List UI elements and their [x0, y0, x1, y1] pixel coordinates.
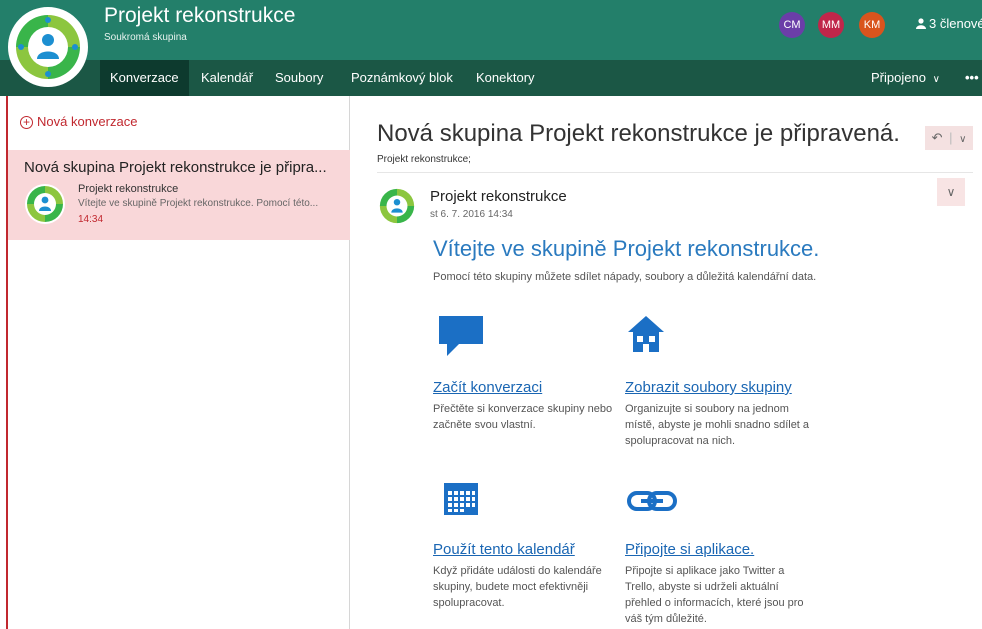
start-conversation-desc: Přečtěte si konverzace skupiny nebo začn… — [433, 403, 613, 431]
message-subject: Nová skupina Projekt rekonstrukce je při… — [377, 120, 900, 147]
conversation-preview: Vítejte ve skupině Projekt rekonstrukce.… — [78, 198, 319, 209]
expand-message-button[interactable]: ∨ — [937, 178, 965, 206]
connected-label: Připojeno — [871, 70, 926, 85]
chevron-down-icon: ∨ — [946, 185, 956, 199]
divider — [377, 172, 973, 173]
chevron-down-icon[interactable]: ∨ — [959, 134, 966, 145]
member-avatar-mm[interactable]: MM — [818, 12, 844, 38]
new-conversation-button[interactable]: + Nová konverzace — [20, 114, 137, 129]
reading-pane: Nová skupina Projekt rekonstrukce je při… — [351, 96, 982, 629]
left-edge-accent — [6, 96, 8, 629]
link-icon — [627, 491, 677, 511]
more-options-button[interactable]: ••• — [965, 60, 979, 96]
view-group-files-desc: Organizujte si soubory na jednom místě, … — [625, 403, 810, 447]
connected-dropdown[interactable]: Připojeno ∨ — [871, 60, 940, 96]
use-calendar-link[interactable]: Použít tento kalendář — [433, 541, 575, 558]
chat-bubble-icon — [439, 316, 483, 356]
group-nav: Konverzace Kalendář Soubory Poznámkový b… — [0, 60, 982, 96]
group-title[interactable]: Projekt rekonstrukce — [104, 4, 295, 28]
welcome-subtext: Pomocí této skupiny můžete sdílet nápady… — [433, 271, 817, 283]
group-privacy-label: Soukromá skupina — [104, 32, 187, 43]
person-icon — [916, 18, 926, 29]
member-avatar-km[interactable]: KM — [859, 12, 885, 38]
message-sender-avatar-icon — [377, 186, 417, 226]
home-icon — [628, 316, 664, 352]
new-conversation-label: Nová konverzace — [37, 114, 138, 129]
message-recipients: Projekt rekonstrukce; — [377, 154, 471, 165]
view-group-files-link[interactable]: Zobrazit soubory skupiny — [625, 379, 792, 396]
group-logo[interactable] — [8, 7, 88, 87]
tab-notebook[interactable]: Poznámkový blok — [351, 60, 453, 96]
message-sender[interactable]: Projekt rekonstrukce — [430, 188, 567, 205]
sender-avatar-icon — [25, 184, 65, 224]
welcome-heading: Vítejte ve skupině Projekt rekonstrukce. — [433, 236, 820, 261]
conversation-list-item[interactable]: Nová skupina Projekt rekonstrukce je při… — [8, 150, 350, 240]
group-logo-icon — [12, 11, 84, 83]
start-conversation-link[interactable]: Začít konverzaci — [433, 379, 542, 396]
members-count: 3 členové — [929, 16, 982, 31]
members-button[interactable]: 3 členové — [916, 16, 982, 31]
tab-connectors[interactable]: Konektory — [476, 60, 535, 96]
conversation-title: Nová skupina Projekt rekonstrukce je při… — [24, 159, 327, 176]
chevron-down-icon: ∨ — [932, 74, 940, 85]
reply-all-icon: ↶ — [931, 130, 943, 145]
conversation-list-pane: + Nová konverzace Nová skupina Projekt re… — [0, 96, 350, 629]
conversation-sender: Projekt rekonstrukce — [78, 183, 179, 195]
message-date: st 6. 7. 2016 14:34 — [430, 209, 513, 220]
member-avatar-cm[interactable]: CM — [779, 12, 805, 38]
group-header: Projekt rekonstrukce Soukromá skupina CM… — [0, 0, 982, 60]
connect-apps-desc: Připojte si aplikace jako Twitter a Trel… — [625, 565, 804, 625]
connect-apps-link[interactable]: Připojte si aplikace. — [625, 541, 754, 558]
calendar-icon — [444, 483, 478, 515]
tab-calendar[interactable]: Kalendář — [201, 60, 253, 96]
plus-circle-icon: + — [20, 116, 33, 129]
use-calendar-desc: Když přidáte události do kalendáře skupi… — [433, 565, 602, 609]
tab-conversations[interactable]: Konverzace — [100, 60, 189, 96]
conversation-time: 14:34 — [78, 214, 104, 225]
reply-all-button[interactable]: ↶ | ∨ — [925, 126, 973, 150]
tab-files[interactable]: Soubory — [275, 60, 323, 96]
